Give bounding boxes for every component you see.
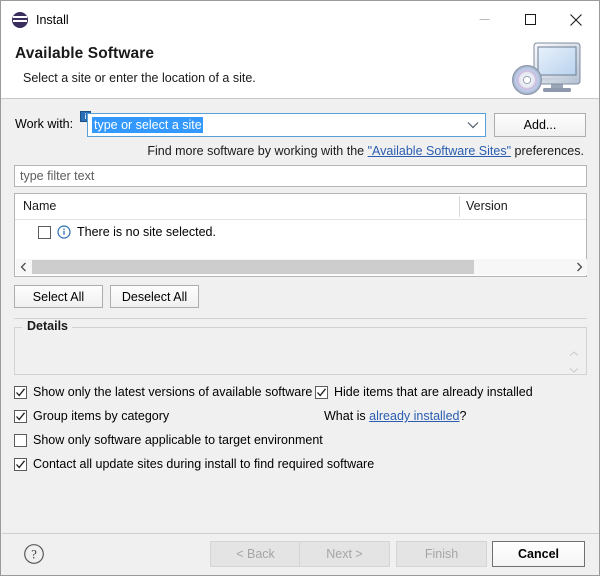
page-subtitle: Select a site or enter the location of a… — [23, 71, 256, 85]
eclipse-icon — [12, 12, 28, 28]
work-with-value: type or select a site — [92, 117, 203, 133]
finish-button[interactable]: Finish — [396, 541, 487, 567]
back-button[interactable]: < Back — [210, 541, 301, 567]
title-bar-left: Install — [1, 12, 69, 28]
hint-suffix: preferences. — [511, 144, 584, 158]
software-table: Name Version There is no site selected. — [14, 193, 587, 277]
available-software-sites-link[interactable]: "Available Software Sites" — [368, 144, 511, 158]
window-controls — [461, 1, 599, 38]
checkbox-contact-all-sites[interactable] — [14, 458, 27, 471]
row-name: There is no site selected. — [77, 225, 216, 239]
cancel-button[interactable]: Cancel — [492, 541, 585, 567]
option-label: Show only the latest versions of availab… — [33, 385, 312, 399]
option-label: Show only software applicable to target … — [33, 433, 323, 447]
row-checkbox[interactable] — [38, 226, 51, 239]
help-icon[interactable]: ? — [23, 543, 45, 565]
window-title: Install — [36, 13, 69, 27]
minimize-button[interactable] — [461, 1, 507, 38]
horizontal-scrollbar[interactable] — [16, 259, 587, 275]
svg-text:?: ? — [31, 547, 37, 561]
page-title: Available Software — [15, 45, 154, 63]
option-show-latest[interactable]: Show only the latest versions of availab… — [14, 385, 312, 399]
already-installed-suffix: ? — [460, 409, 467, 423]
checkbox-hide-installed[interactable] — [315, 386, 328, 399]
option-target-environment[interactable]: Show only software applicable to target … — [14, 433, 323, 447]
option-hide-installed[interactable]: Hide items that are already installed — [315, 385, 533, 399]
work-with-row: Work with: i type or select a site Add..… — [1, 113, 600, 137]
filter-placeholder: type filter text — [20, 169, 94, 183]
table-row[interactable]: There is no site selected. — [15, 220, 586, 244]
resize-handle-icon[interactable] — [567, 351, 581, 373]
chevron-right-icon[interactable] — [571, 259, 587, 275]
title-bar: Install — [1, 1, 599, 38]
filter-input[interactable]: type filter text — [14, 165, 587, 187]
next-button[interactable]: Next > — [299, 541, 390, 567]
details-legend: Details — [23, 319, 72, 333]
hint-prefix: Find more software by working with the — [147, 144, 367, 158]
column-divider — [459, 196, 460, 217]
work-with-combo[interactable]: type or select a site — [87, 113, 486, 137]
already-installed-prefix: What is — [324, 409, 369, 423]
scrollbar-thumb[interactable] — [32, 260, 474, 274]
table-header: Name Version — [15, 194, 586, 220]
dialog-footer: ? < Back Next > Finish Cancel — [1, 534, 600, 575]
option-group-by-category[interactable]: Group items by category — [14, 409, 169, 423]
separator — [14, 318, 587, 319]
checkbox-group-by-category[interactable] — [14, 410, 27, 423]
maximize-button[interactable] — [507, 1, 553, 38]
column-header-version[interactable]: Version — [466, 199, 508, 213]
scrollbar-track[interactable] — [32, 259, 571, 275]
monitor-with-disc-icon — [509, 39, 589, 98]
chevron-left-icon[interactable] — [16, 259, 32, 275]
checkbox-target-environment[interactable] — [14, 434, 27, 447]
install-dialog: Install Available Software Select a site… — [0, 0, 600, 576]
deselect-all-button[interactable]: Deselect All — [110, 285, 199, 308]
details-group — [14, 327, 587, 375]
wizard-header: Available Software Select a site or ente… — [1, 38, 599, 99]
option-contact-all-sites[interactable]: Contact all update sites during install … — [14, 457, 374, 471]
dialog-body: Work with: i type or select a site Add..… — [1, 99, 599, 575]
option-label: Contact all update sites during install … — [33, 457, 374, 471]
option-label: Hide items that are already installed — [334, 385, 533, 399]
checkbox-show-latest[interactable] — [14, 386, 27, 399]
work-with-label: Work with: — [15, 117, 73, 131]
column-header-name[interactable]: Name — [23, 199, 56, 213]
info-icon — [57, 225, 71, 239]
option-label: Group items by category — [33, 409, 169, 423]
select-all-button[interactable]: Select All — [14, 285, 103, 308]
already-installed-hint: What is already installed? — [324, 409, 466, 423]
chevron-down-icon[interactable] — [467, 114, 479, 136]
close-button[interactable] — [553, 1, 599, 38]
available-sites-hint: Find more software by working with the "… — [147, 144, 584, 158]
already-installed-link[interactable]: already installed — [369, 409, 459, 423]
add-button[interactable]: Add... — [494, 113, 586, 137]
